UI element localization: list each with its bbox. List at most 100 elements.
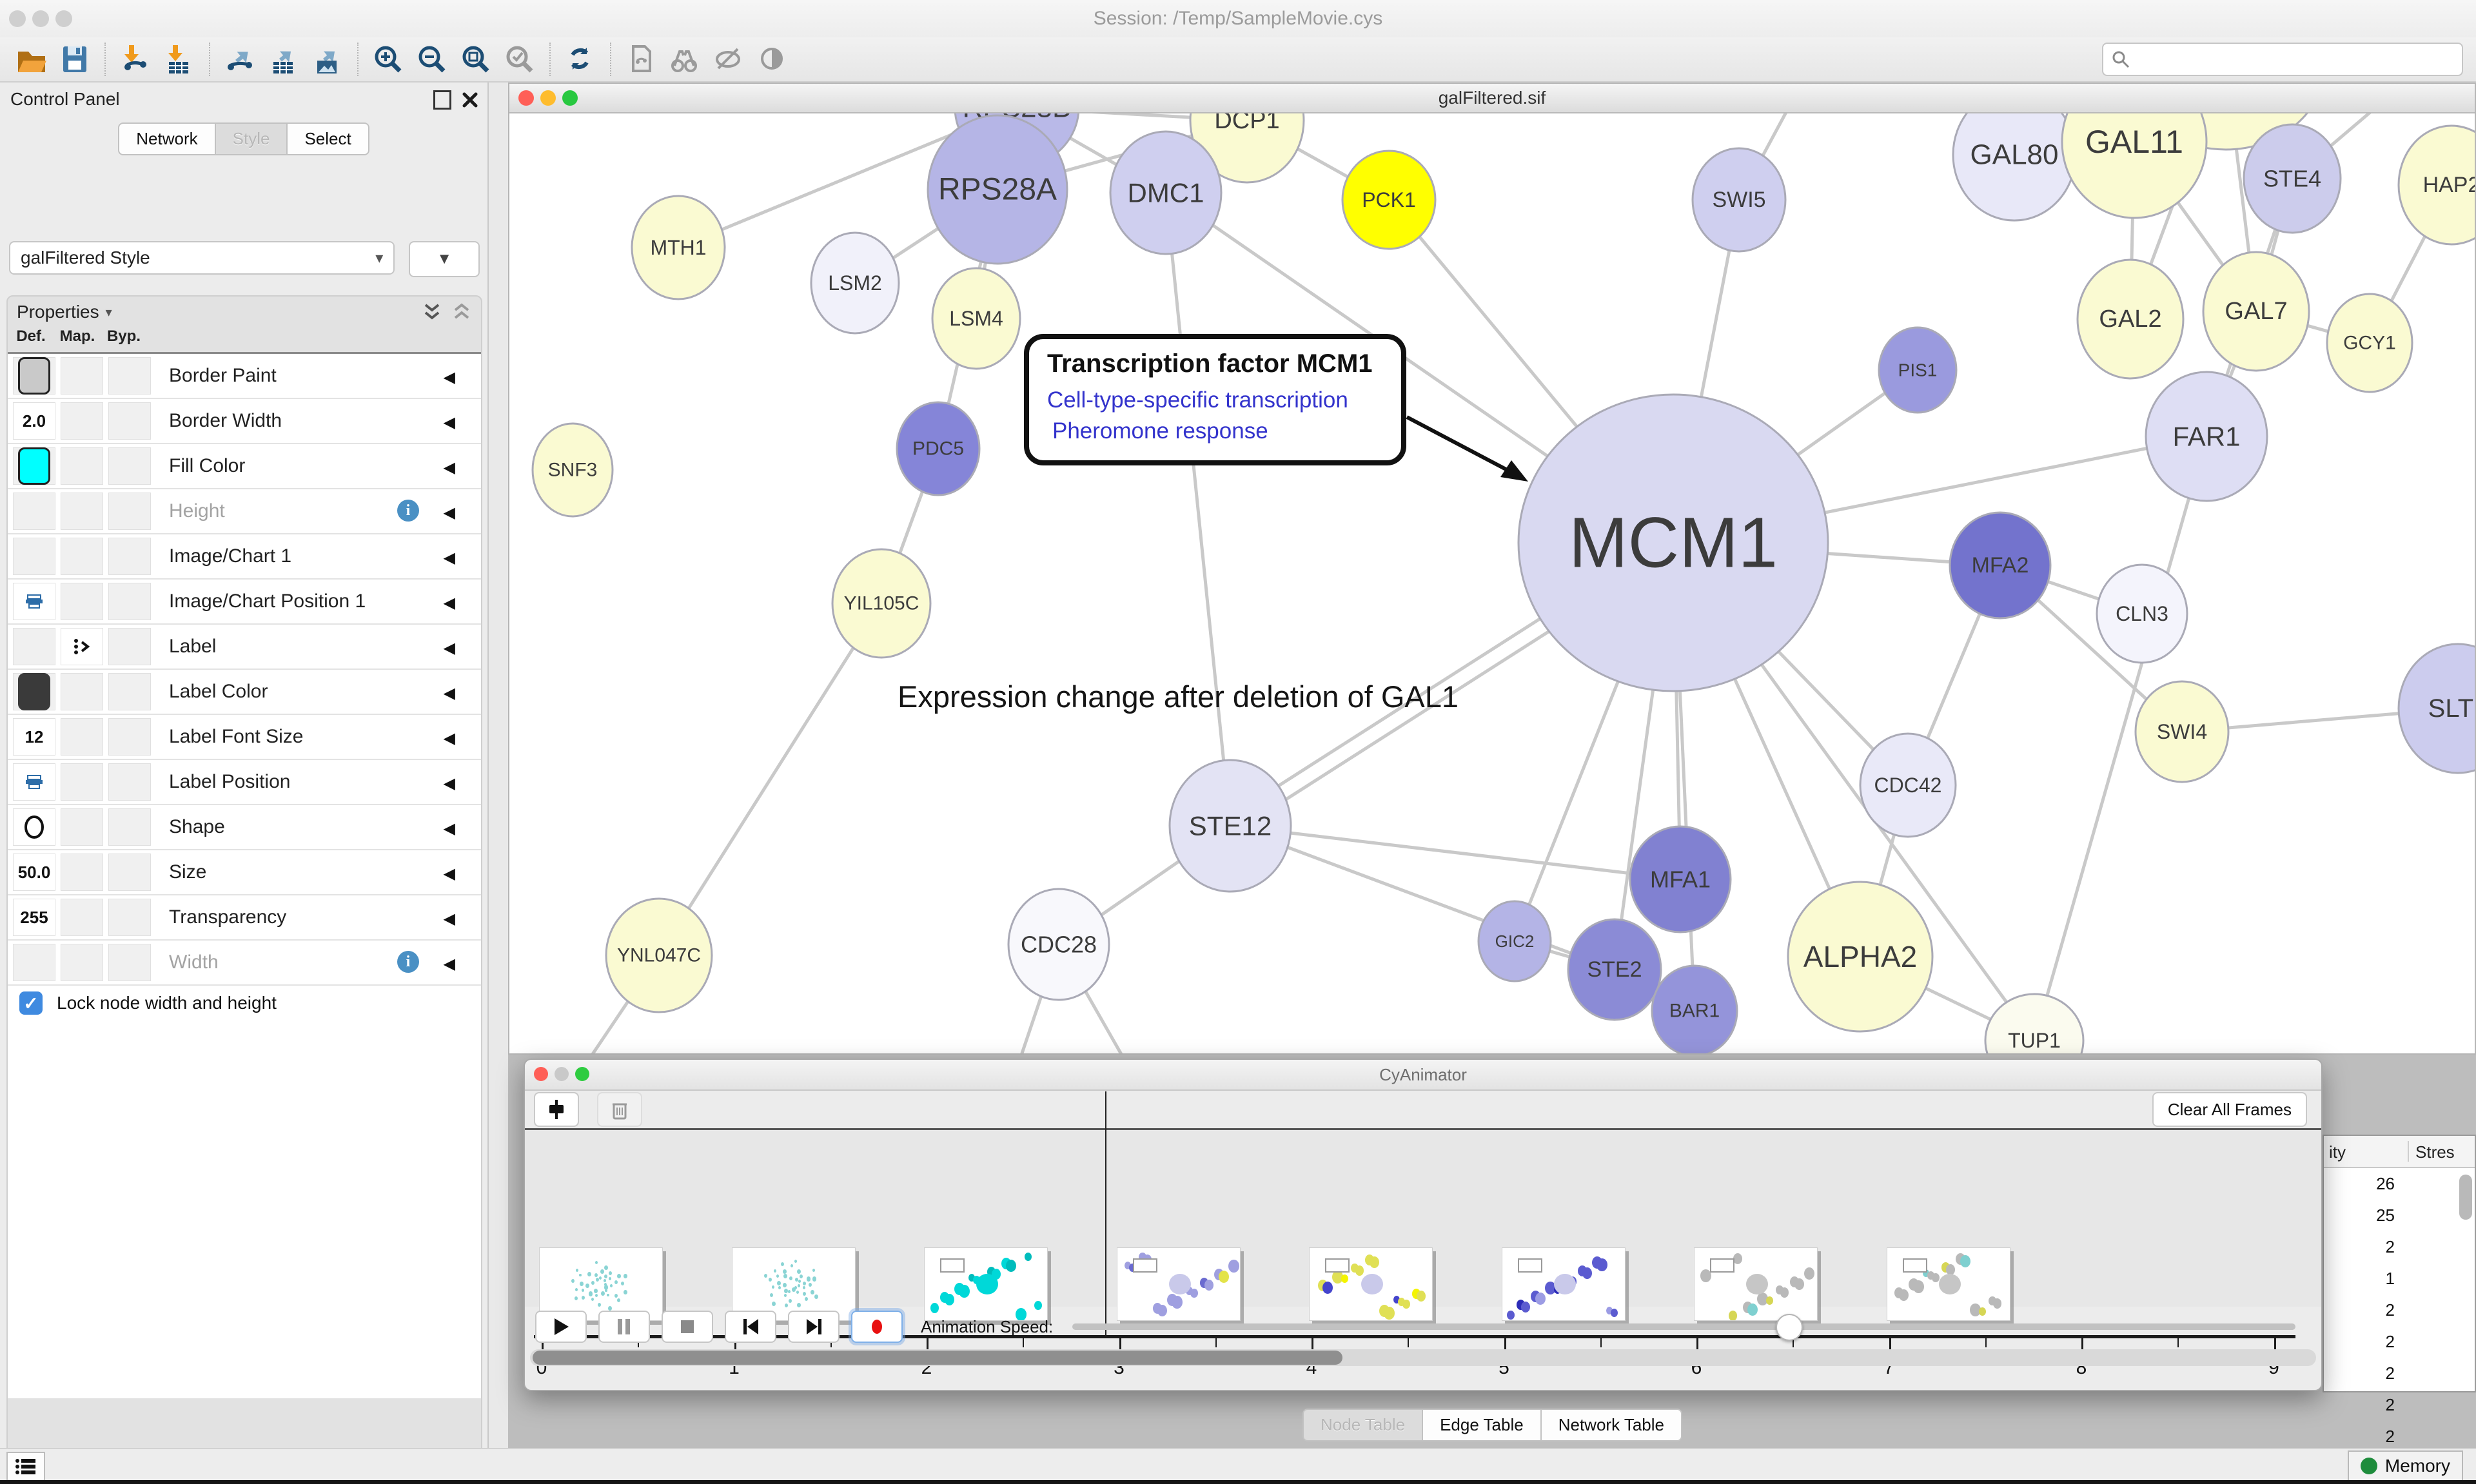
map-cell[interactable] <box>61 538 103 575</box>
byp-cell[interactable] <box>108 944 151 981</box>
expand-row-icon[interactable]: ◀ <box>444 910 455 928</box>
property-row-width[interactable]: Widthi◀ <box>8 941 481 986</box>
clear-all-frames-button[interactable]: Clear All Frames <box>2152 1092 2307 1127</box>
annotation-link[interactable]: Pheromone response <box>1052 418 1268 444</box>
skip-end-button[interactable] <box>788 1311 840 1343</box>
property-row-fill-color[interactable]: Fill Color◀ <box>8 444 481 489</box>
expand-row-icon[interactable]: ◀ <box>444 955 455 973</box>
dev-panel-button[interactable] <box>6 1452 45 1481</box>
info-icon[interactable]: i <box>397 500 419 522</box>
search-input[interactable] <box>2102 43 2463 76</box>
expand-all-icon[interactable] <box>422 301 442 323</box>
def-cell[interactable] <box>13 763 55 801</box>
properties-header[interactable]: Properties <box>17 302 99 322</box>
property-row-image-chart-position-1[interactable]: Image/Chart Position 1◀ <box>8 580 481 625</box>
tab-network[interactable]: Network <box>118 122 214 155</box>
expand-row-icon[interactable]: ◀ <box>444 774 455 793</box>
def-cell[interactable] <box>13 538 55 575</box>
lock-size-checkbox[interactable]: ✓ <box>19 991 43 1015</box>
import-network-button[interactable] <box>117 41 154 78</box>
expand-row-icon[interactable]: ◀ <box>444 413 455 432</box>
close-panel-icon[interactable] <box>462 92 478 108</box>
style-selector[interactable]: galFiltered Style ▾ <box>9 241 395 275</box>
map-cell[interactable] <box>61 808 103 846</box>
byp-cell[interactable] <box>108 763 151 801</box>
map-cell[interactable] <box>61 357 103 395</box>
refresh-network-button[interactable] <box>562 41 599 78</box>
zoom-fit-button[interactable] <box>457 41 495 78</box>
play-button[interactable] <box>535 1311 587 1343</box>
export-network-button[interactable] <box>221 41 259 78</box>
clone-view-button[interactable] <box>622 41 660 78</box>
export-image-button[interactable] <box>309 41 346 78</box>
property-row-label[interactable]: Label◀ <box>8 625 481 670</box>
scrollbar-thumb[interactable] <box>533 1351 1342 1365</box>
property-row-label-font-size[interactable]: 12Label Font Size◀ <box>8 715 481 760</box>
expand-row-icon[interactable]: ◀ <box>444 594 455 612</box>
timeline-scrollbar[interactable] <box>530 1349 2316 1366</box>
property-row-border-paint[interactable]: Border Paint◀ <box>8 354 481 399</box>
map-cell[interactable] <box>61 718 103 756</box>
byp-cell[interactable] <box>108 899 151 936</box>
cyanimator-timeline[interactable]: 0123456789Seconds <box>525 1130 2321 1307</box>
byp-cell[interactable] <box>108 854 151 891</box>
property-row-shape[interactable]: Shape◀ <box>8 805 481 850</box>
tab-edge-table[interactable]: Edge Table <box>1422 1409 1540 1441</box>
def-cell[interactable]: 255 <box>13 899 55 936</box>
style-options-button[interactable]: ▼ <box>409 241 480 277</box>
byp-cell[interactable] <box>108 493 151 530</box>
skip-start-button[interactable] <box>725 1311 776 1343</box>
property-row-size[interactable]: 50.0Size◀ <box>8 850 481 895</box>
add-frame-button[interactable] <box>534 1092 579 1127</box>
byp-cell[interactable] <box>108 718 151 756</box>
tab-network-table[interactable]: Network Table <box>1540 1409 1682 1441</box>
tab-style[interactable]: Style <box>215 122 287 155</box>
def-cell[interactable]: 2.0 <box>13 402 55 440</box>
byp-cell[interactable] <box>108 628 151 665</box>
memory-button[interactable]: Memory <box>2348 1450 2463 1481</box>
byp-cell[interactable] <box>108 357 151 395</box>
property-row-label-color[interactable]: Label Color◀ <box>8 670 481 715</box>
expand-row-icon[interactable]: ◀ <box>444 458 455 477</box>
property-row-image-chart-1[interactable]: Image/Chart 1◀ <box>8 534 481 580</box>
property-row-height[interactable]: Heighti◀ <box>8 489 481 534</box>
def-cell[interactable] <box>13 944 55 981</box>
expand-row-icon[interactable]: ◀ <box>444 729 455 748</box>
expand-row-icon[interactable]: ◀ <box>444 639 455 658</box>
def-cell[interactable] <box>13 583 55 620</box>
hide-selected-button[interactable] <box>710 41 747 78</box>
map-cell[interactable] <box>61 944 103 981</box>
map-cell[interactable] <box>61 402 103 440</box>
byp-cell[interactable] <box>108 673 151 710</box>
record-button[interactable] <box>851 1311 903 1343</box>
table-column-header[interactable]: Stres <box>2415 1142 2455 1162</box>
table-column-header[interactable]: ity <box>2329 1142 2346 1162</box>
zoom-in-button[interactable] <box>369 41 407 78</box>
search-field[interactable] <box>2130 49 2462 70</box>
byp-cell[interactable] <box>108 583 151 620</box>
property-row-border-width[interactable]: 2.0Border Width◀ <box>8 399 481 444</box>
byp-cell[interactable] <box>108 447 151 485</box>
tab-node-table[interactable]: Node Table <box>1302 1409 1422 1441</box>
pause-button[interactable] <box>598 1311 650 1343</box>
import-table-button[interactable] <box>161 41 198 78</box>
map-cell[interactable] <box>61 673 103 710</box>
animation-speed-slider[interactable] <box>1072 1323 2295 1330</box>
info-icon[interactable]: i <box>397 951 419 973</box>
save-session-button[interactable] <box>56 41 93 78</box>
def-cell[interactable]: 12 <box>13 718 55 756</box>
expand-row-icon[interactable]: ◀ <box>444 864 455 883</box>
def-cell[interactable] <box>13 673 55 710</box>
def-cell[interactable] <box>13 357 55 395</box>
table-scrollbar[interactable] <box>2459 1175 2472 1220</box>
tab-select[interactable]: Select <box>286 122 369 155</box>
expand-row-icon[interactable]: ◀ <box>444 684 455 703</box>
expand-row-icon[interactable]: ◀ <box>444 503 455 522</box>
open-session-button[interactable] <box>12 41 50 78</box>
byp-cell[interactable] <box>108 402 151 440</box>
map-cell[interactable] <box>61 493 103 530</box>
property-row-label-position[interactable]: Label Position◀ <box>8 760 481 805</box>
zoom-out-button[interactable] <box>413 41 451 78</box>
annotation-link[interactable]: Cell-type-specific transcription <box>1047 387 1348 413</box>
expand-row-icon[interactable]: ◀ <box>444 819 455 838</box>
